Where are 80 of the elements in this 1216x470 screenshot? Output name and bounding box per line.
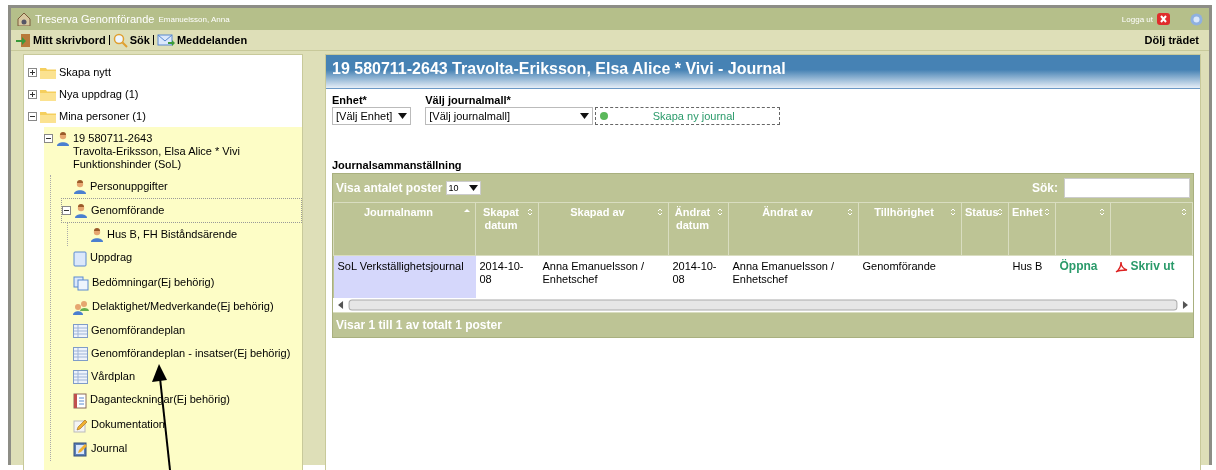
column-header[interactable] — [1055, 202, 1111, 256]
collapse-icon[interactable] — [44, 134, 53, 143]
column-header[interactable] — [1110, 202, 1193, 256]
tree-item[interactable]: Genomförandeplan - insatser(Ej behörig) — [61, 342, 302, 365]
folder-icon — [40, 66, 56, 79]
tree-item[interactable]: Personuppgifter — [61, 175, 302, 198]
table-icon — [73, 347, 88, 361]
pencil-icon — [73, 418, 88, 433]
search-icon — [112, 32, 128, 48]
field-label: Enhet* — [332, 94, 368, 106]
app-title: Treserva Genomförande — [35, 13, 155, 25]
table-cell: Genomförande — [858, 255, 962, 298]
tree-item[interactable]: Uppdrag — [61, 246, 302, 271]
toolbar-link[interactable]: Sök — [112, 32, 150, 48]
tree-item[interactable]: Nya uppdrag (1) — [28, 83, 302, 105]
table-cell: Hus B — [1008, 255, 1056, 298]
section-title: Journalsammanställning — [332, 159, 463, 171]
table-cell: SoL Verkställighetsjournal — [333, 255, 476, 298]
page-size-dropdown[interactable]: 10 — [445, 181, 481, 195]
expand-icon[interactable] — [28, 90, 37, 99]
toolbar-link[interactable]: Meddelanden — [156, 33, 248, 47]
tree-item[interactable]: Mina personer (1) — [28, 105, 302, 127]
template-dropdown[interactable]: [Välj journalmall] — [425, 107, 594, 125]
table-icon — [73, 370, 88, 384]
user-name: Emanuelsson, Anna — [158, 14, 230, 24]
people-icon — [73, 300, 89, 315]
expand-icon[interactable] — [28, 68, 37, 77]
hide-tree-link[interactable]: Dölj trädet — [1144, 34, 1199, 46]
collapse-icon[interactable] — [28, 112, 37, 121]
page-title: 19 580711-2643 Travolta-Eriksson, Elsa Alice * Vivi - Journal — [326, 55, 1200, 89]
sort-icon[interactable] — [1180, 207, 1188, 217]
document-icon — [73, 251, 87, 267]
tree-item[interactable]: 19 580711-2643 Travolta-Eriksson, Elsa Alice * Vivi Funktionshinder (SoL) — [44, 127, 302, 175]
sort-icon[interactable] — [656, 207, 664, 217]
table-cell: Anna Emanuelsson / Enhetschef — [728, 255, 859, 298]
person-icon — [56, 132, 70, 146]
sort-icon[interactable] — [526, 207, 534, 217]
folder-icon — [40, 110, 56, 123]
folder-icon — [40, 88, 56, 101]
search-label: Sök: — [1032, 181, 1058, 195]
envelope-icon — [156, 33, 175, 47]
table-cell: 2014-10-08 — [668, 255, 729, 298]
table-cell: 2014-10-08 — [475, 255, 539, 298]
tree-item[interactable]: Vårdplan — [61, 365, 302, 388]
sort-icon[interactable] — [996, 207, 1004, 217]
person-icon — [74, 204, 88, 218]
caret-icon — [468, 185, 478, 191]
sort-icon[interactable] — [1098, 207, 1106, 217]
sort-icon[interactable] — [949, 207, 957, 217]
tree-item[interactable]: Genomförande — [61, 198, 302, 223]
journal-icon — [73, 442, 88, 457]
create-journal-button[interactable]: Skapa ny journal — [595, 107, 781, 125]
tree-item[interactable]: Journal — [61, 437, 302, 461]
sort-icon[interactable] — [846, 207, 854, 217]
table-cell: Anna Emanuelsson / Enhetschef — [538, 255, 669, 298]
help-icon[interactable] — [1190, 12, 1203, 26]
unit-dropdown[interactable]: [Välj Enhet] — [332, 107, 412, 125]
field-label: Välj journalmall* — [425, 94, 512, 106]
collapse-icon[interactable] — [62, 206, 71, 215]
tree-item[interactable]: Genomförandeplan — [61, 319, 302, 342]
toolbar-link[interactable]: Mitt skrivbord — [15, 32, 106, 48]
person-icon — [90, 228, 104, 242]
tree-item[interactable]: Hus B, FH Biståndsärende — [78, 223, 302, 246]
tree-item[interactable]: Bedömningar(Ej behörig) — [61, 271, 302, 295]
house-icon — [17, 12, 31, 26]
documents-icon — [73, 276, 89, 291]
close-icon[interactable] — [1157, 13, 1170, 25]
notebook-icon — [73, 393, 87, 409]
tree-item[interactable]: Skapa nytt — [28, 61, 302, 83]
table-footer-text: Visar 1 till 1 av totalt 1 poster — [333, 312, 1193, 337]
page-size-label: Visa antalet poster — [336, 181, 443, 195]
caret-icon — [580, 113, 590, 119]
caret-icon — [398, 113, 408, 119]
table-icon — [73, 324, 88, 338]
sort-icon[interactable] — [716, 207, 724, 217]
person-icon — [73, 180, 87, 194]
pdf-icon — [1114, 260, 1128, 273]
search-field[interactable] — [1064, 178, 1190, 198]
sort-icon[interactable] — [1043, 207, 1051, 217]
tree-item[interactable]: Delaktighet/Medverkande(Ej behörig) — [61, 295, 302, 319]
